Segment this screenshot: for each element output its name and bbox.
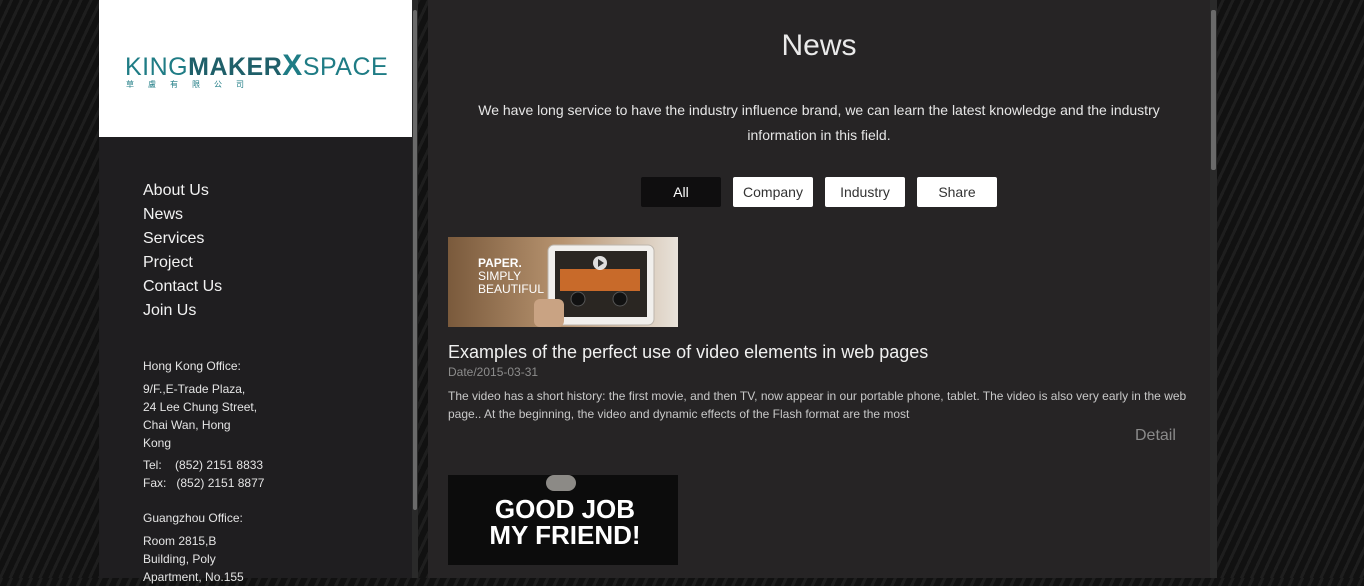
content-scrollbar[interactable] [1210, 0, 1217, 578]
nav-services[interactable]: Services [143, 227, 222, 251]
good-job-image: GOOD JOB MY FRIEND! [448, 475, 678, 565]
image-text-line: PAPER. [478, 256, 522, 270]
article-thumbnail[interactable]: GOOD JOB MY FRIEND! [448, 475, 678, 565]
logo-area[interactable]: KINGMAKERXSPACE 草盧有限公司 [99, 0, 412, 137]
office-address-line: Building, Poly [143, 552, 216, 566]
article-thumbnail[interactable]: PAPER. SIMPLY BEAUTIFUL [448, 237, 678, 327]
office-address-line: 9/F.,E-Trade Plaza, [143, 382, 246, 396]
kingmaker-logo[interactable]: KINGMAKERXSPACE 草盧有限公司 [125, 49, 389, 94]
nav-join-us[interactable]: Join Us [143, 299, 222, 323]
filter-company-button[interactable]: Company [733, 177, 813, 207]
filter-all-button[interactable]: All [641, 177, 721, 207]
tablet-video-image: PAPER. SIMPLY BEAUTIFUL [448, 237, 678, 327]
logo-wordmark: KINGMAKERXSPACE [125, 49, 389, 82]
image-text-line: MY FRIEND! [489, 520, 640, 550]
sidebar: KINGMAKERXSPACE 草盧有限公司 About Us News Ser… [99, 0, 412, 584]
office-title: Guangzhou Office: [143, 511, 243, 525]
news-content: News We have long service to have the in… [428, 0, 1210, 578]
nav-contact-us[interactable]: Contact Us [143, 275, 222, 299]
content-scrollbar-thumb[interactable] [1211, 10, 1216, 170]
hong-kong-office: Hong Kong Office: 9/F.,E-Trade Plaza, 24… [143, 357, 267, 492]
article-title[interactable]: Examples of the perfect use of video ele… [448, 342, 928, 363]
office-address-line: 24 Lee Chung Street, [143, 400, 258, 414]
office-address-line: Kong [143, 436, 172, 450]
main-nav: About Us News Services Project Contact U… [143, 179, 222, 323]
logo-chinese-subtitle: 草盧有限公司 [126, 80, 258, 89]
filter-industry-button[interactable]: Industry [825, 177, 905, 207]
office-address-line: Room 2815,B [143, 534, 217, 548]
page-title: News [781, 29, 857, 62]
article-excerpt: The video has a short history: the first… [448, 389, 1187, 421]
page-intro: We have long service to have the industr… [478, 102, 1160, 143]
sidebar-scrollbar-thumb[interactable] [413, 10, 417, 510]
article-detail-link[interactable]: Detail [1135, 427, 1176, 445]
office-fax: Fax: (852) 2151 8877 [143, 476, 265, 490]
office-address-line: Apartment, No.155 [143, 570, 244, 584]
image-text-line: BEAUTIFUL [478, 282, 544, 296]
office-tel: Tel: (852) 2151 8833 [143, 458, 264, 472]
article-date: Date/2015-03-31 [448, 365, 539, 379]
nav-news[interactable]: News [143, 203, 222, 227]
sidebar-scrollbar[interactable] [412, 0, 418, 578]
office-title: Hong Kong Office: [143, 359, 241, 373]
image-text-line: SIMPLY [478, 269, 521, 283]
nav-project[interactable]: Project [143, 251, 222, 275]
filter-share-button[interactable]: Share [917, 177, 997, 207]
guangzhou-office: Guangzhou Office: Room 2815,B Building, … [143, 509, 267, 586]
nav-about-us[interactable]: About Us [143, 179, 222, 203]
office-address-line: Chai Wan, Hong [143, 418, 231, 432]
